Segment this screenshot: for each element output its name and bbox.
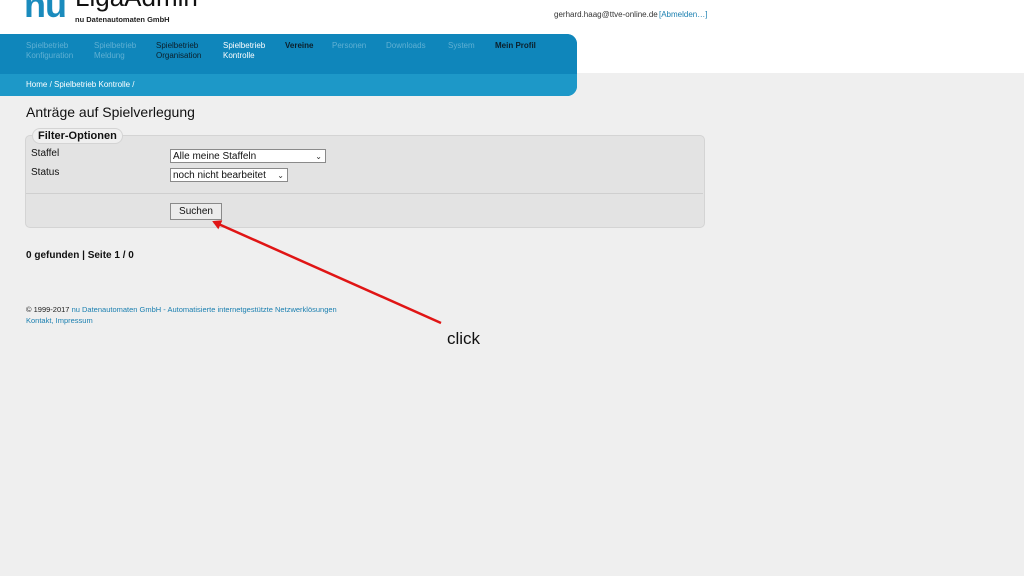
annotation-click-label: click: [447, 329, 481, 348]
annotation-overlay: [212, 220, 442, 325]
annotation-arrow: [212, 220, 442, 325]
